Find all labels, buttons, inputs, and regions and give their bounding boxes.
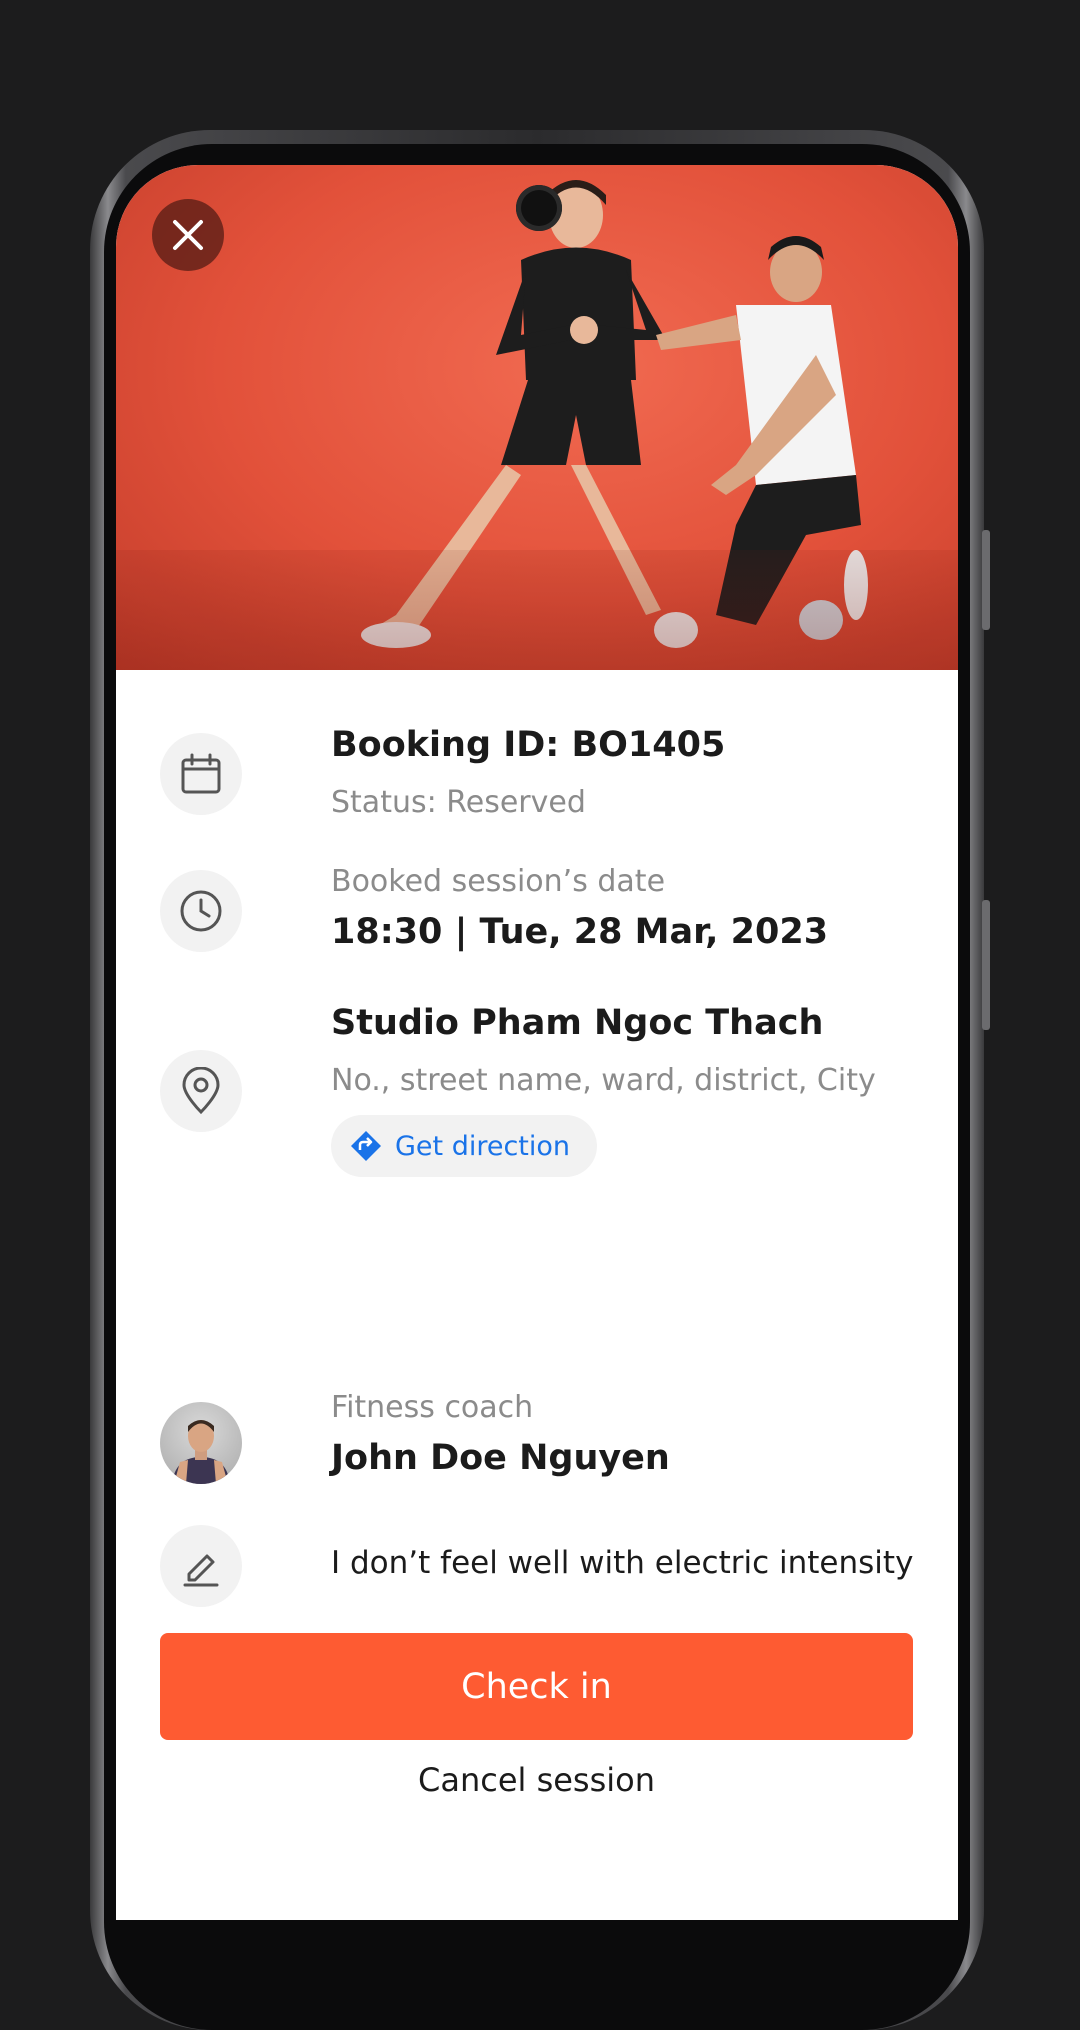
hero-shadow: [116, 550, 958, 670]
clock-icon: [180, 890, 222, 932]
edit-icon: [183, 1554, 219, 1587]
avatar: [160, 1402, 242, 1484]
cancel-session-button[interactable]: Cancel session: [160, 1745, 913, 1815]
hero-image: [116, 165, 958, 670]
close-icon: [173, 220, 203, 250]
session-note: I don’t feel well with electric intensit…: [331, 1545, 914, 1581]
session-date-value: 18:30 | Tue, 28 Mar, 2023: [331, 912, 829, 952]
booking-status: Status: Reserved: [331, 785, 586, 820]
studio-name: Studio Pham Ngoc Thach: [331, 1003, 824, 1043]
get-direction-label: Get direction: [395, 1130, 571, 1162]
direction-icon: [351, 1131, 381, 1161]
edit-icon-wrap: [160, 1525, 242, 1607]
location-pin-icon: [182, 1067, 220, 1115]
clock-icon-wrap: [160, 870, 242, 952]
app-screen: Booking ID: BO1405 Status: Reserved Book…: [116, 165, 958, 1920]
studio-address: No., street name, ward, district, City: [331, 1063, 876, 1098]
close-button[interactable]: [152, 199, 224, 271]
side-button: [982, 900, 990, 1030]
location-icon-wrap: [160, 1050, 242, 1132]
check-in-button[interactable]: Check in: [160, 1633, 913, 1740]
booking-id: Booking ID: BO1405: [331, 725, 726, 765]
front-camera: [516, 185, 562, 231]
volume-button: [982, 530, 990, 630]
coach-photo: [172, 1420, 230, 1484]
coach-name: John Doe Nguyen: [331, 1438, 670, 1478]
session-date-label: Booked session’s date: [331, 864, 666, 899]
calendar-icon: [181, 753, 221, 794]
coach-role: Fitness coach: [331, 1390, 534, 1425]
calendar-icon-wrap: [160, 733, 242, 815]
get-direction-button[interactable]: Get direction: [331, 1115, 597, 1177]
